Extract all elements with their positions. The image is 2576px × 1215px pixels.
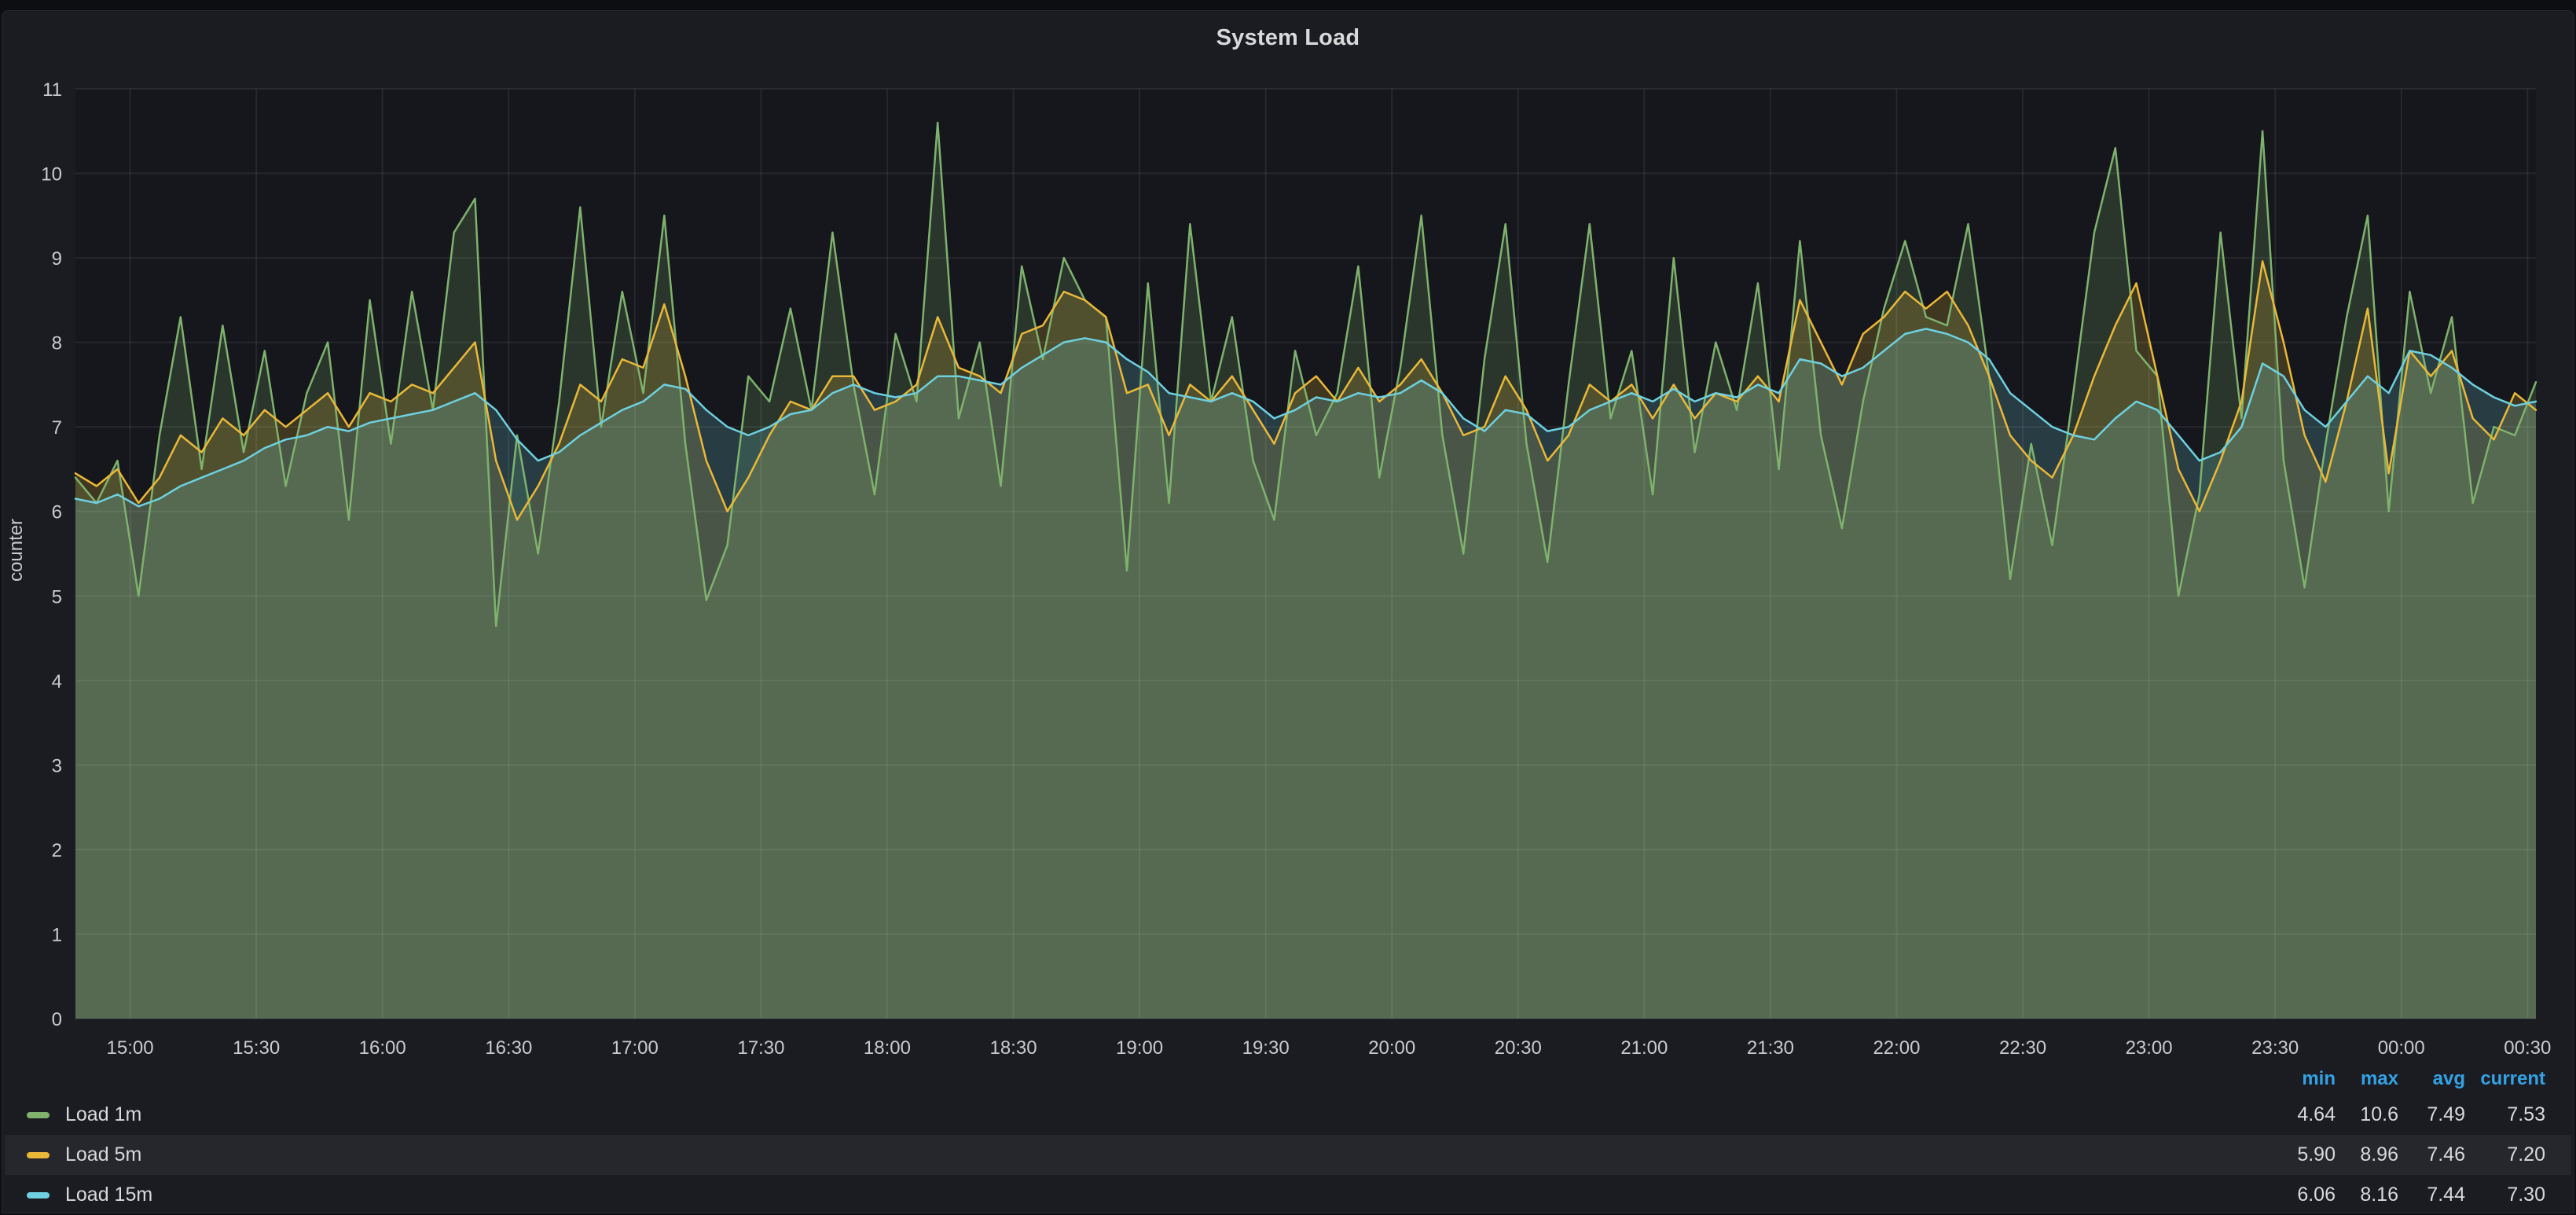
legend-label-load-5m[interactable]: Load 5m xyxy=(65,1143,141,1166)
y-tick-label: 2 xyxy=(52,840,62,861)
load-graph-canvas[interactable]: 0 1 2 3 4 5 6 7 8 9 10 11 15:00 15:30 16:00 16:30 17:00 1… xyxy=(2,11,2574,1213)
y-tick-label: 1 xyxy=(52,924,62,945)
x-tick-label: 18:00 xyxy=(864,1037,911,1059)
x-tick-label: 19:30 xyxy=(1242,1037,1290,1059)
y-tick-label: 5 xyxy=(52,586,62,608)
x-tick-label: 15:00 xyxy=(107,1037,154,1059)
x-tick-label: 18:30 xyxy=(989,1037,1037,1059)
y-tick-label: 9 xyxy=(52,248,62,270)
x-tick-label: 16:00 xyxy=(359,1037,406,1059)
x-tick-label: 17:00 xyxy=(611,1037,659,1059)
x-tick-label: 22:00 xyxy=(1873,1037,1920,1059)
y-tick-label: 6 xyxy=(52,502,62,523)
stat-load-1m-max: 10.6 xyxy=(2336,1103,2398,1126)
x-tick-label: 15:30 xyxy=(233,1037,280,1059)
stat-load-15m-min: 6.06 xyxy=(2261,1184,2336,1206)
y-tick-label: 8 xyxy=(52,333,62,354)
x-tick-label: 21:00 xyxy=(1620,1037,1668,1059)
legend-label-load-1m[interactable]: Load 1m xyxy=(65,1103,141,1126)
stat-load-1m-min: 4.64 xyxy=(2261,1103,2336,1126)
stat-load-15m-max: 8.16 xyxy=(2336,1184,2398,1206)
series-area-load-15m xyxy=(75,329,2536,1019)
graph-panel: System Load 0123456789101115:0015:3016:0… xyxy=(2,10,2574,1213)
legend-swatch-load-15m xyxy=(27,1192,50,1198)
legend-label-load-15m[interactable]: Load 15m xyxy=(65,1184,152,1206)
legend-column-avg[interactable]: avg xyxy=(2398,1068,2465,1090)
stat-load-1m-current: 7.53 xyxy=(2465,1103,2545,1126)
y-tick-label: 7 xyxy=(52,417,62,439)
stat-load-1m-avg: 7.49 xyxy=(2398,1103,2465,1126)
legend-swatch-load-5m xyxy=(27,1152,50,1158)
x-tick-label: 00:30 xyxy=(2504,1037,2551,1059)
stat-load-15m-avg: 7.44 xyxy=(2398,1184,2465,1206)
legend-row-load-15m[interactable]: Load 15m 6.06 8.16 7.44 7.30 xyxy=(5,1175,2571,1215)
stat-load-5m-max: 8.96 xyxy=(2336,1143,2398,1166)
stat-load-5m-current: 7.20 xyxy=(2465,1143,2545,1166)
x-tick-label: 19:00 xyxy=(1116,1037,1163,1059)
x-tick-label: 22:30 xyxy=(1999,1037,2046,1059)
y-tick-label: 3 xyxy=(52,755,62,776)
y-axis-title: counter xyxy=(6,563,28,582)
y-tick-label: 0 xyxy=(52,1009,62,1030)
x-tick-label: 23:30 xyxy=(2251,1037,2299,1059)
legend: min max avg current Load 1m 4.64 10.6 7.… xyxy=(5,1063,2571,1215)
legend-column-min[interactable]: min xyxy=(2261,1068,2336,1090)
legend-header-row: min max avg current xyxy=(5,1063,2571,1095)
y-tick-label: 4 xyxy=(52,671,62,692)
x-tick-label: 21:30 xyxy=(1747,1037,1794,1059)
x-tick-label: 20:30 xyxy=(1495,1037,1542,1059)
x-tick-label: 17:30 xyxy=(737,1037,784,1059)
x-tick-label: 00:00 xyxy=(2378,1037,2425,1059)
y-tick-label: 10 xyxy=(41,164,62,185)
x-tick-label: 20:00 xyxy=(1368,1037,1415,1059)
legend-row-load-5m[interactable]: Load 5m 5.90 8.96 7.46 7.20 xyxy=(5,1135,2571,1175)
y-tick-label: 11 xyxy=(42,79,62,101)
stat-load-5m-avg: 7.46 xyxy=(2398,1143,2465,1166)
x-tick-label: 23:00 xyxy=(2126,1037,2173,1059)
legend-swatch-load-1m xyxy=(27,1112,50,1118)
legend-row-load-1m[interactable]: Load 1m 4.64 10.6 7.49 7.53 xyxy=(5,1095,2571,1135)
stat-load-5m-min: 5.90 xyxy=(2261,1143,2336,1166)
legend-column-max[interactable]: max xyxy=(2336,1068,2398,1090)
stat-load-15m-current: 7.30 xyxy=(2465,1184,2545,1206)
x-tick-label: 16:30 xyxy=(485,1037,532,1059)
legend-column-current[interactable]: current xyxy=(2465,1068,2545,1090)
